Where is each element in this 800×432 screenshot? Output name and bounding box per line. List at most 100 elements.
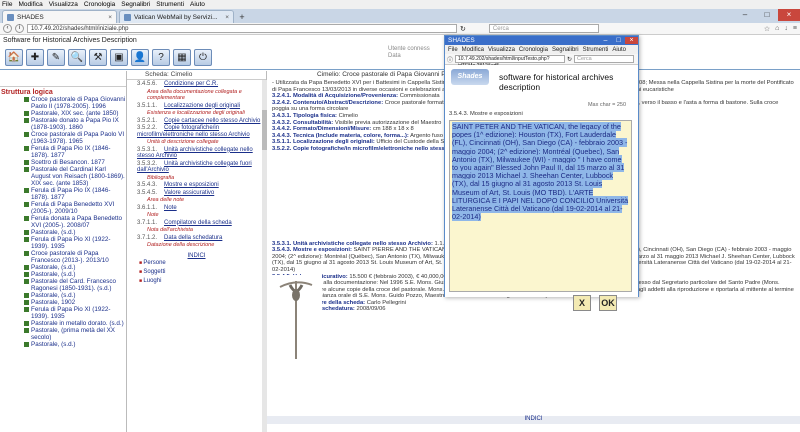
tab-shades[interactable]: SHADES × (2, 10, 117, 23)
popup-url-bar[interactable]: 10.7.49.202/shades/html/inputTesto.php?i… (455, 55, 566, 69)
popup-search-input[interactable]: Cerca (574, 55, 635, 63)
folder-icon (24, 167, 29, 172)
back-button[interactable]: ‹ (3, 24, 12, 33)
popup-menu-item[interactable]: Aiuto (612, 47, 626, 53)
home-icon[interactable]: ⌂ (775, 25, 779, 33)
popup-menu-item[interactable]: Cronologia (519, 47, 548, 53)
field-link[interactable]: Note (164, 205, 177, 211)
popup-close-button[interactable]: × (625, 37, 638, 44)
tree-item-label: Ferula di Papa Benedetto XVI (2005-). 20… (31, 201, 115, 215)
menu-item[interactable]: Visualizza (49, 1, 78, 8)
window-controls: – □ × (734, 9, 800, 21)
tree-item[interactable]: Pastorale del Card. Francesco Ragonesi (… (24, 278, 126, 292)
menu-item[interactable]: Aiuto (190, 1, 205, 8)
close-icon[interactable]: × (225, 14, 229, 21)
field-link[interactable]: Compilatore della scheda (164, 220, 232, 226)
tree-item[interactable]: Scettro di Besancon. 1877 (24, 159, 126, 166)
detail-indici-link[interactable]: INDICI (267, 416, 800, 424)
tree-item[interactable]: Pastorale, (s.d.) (24, 229, 126, 236)
tree-item[interactable]: Croce pastorale di Papa Giovanni Paolo I… (24, 96, 126, 110)
info-icon[interactable]: ⓘ (447, 55, 453, 64)
menu-item[interactable]: Segnalibri (121, 1, 150, 8)
minimize-button[interactable]: – (734, 9, 756, 21)
close-icon[interactable]: × (108, 14, 112, 21)
new-tab-button[interactable]: + (236, 11, 248, 23)
field-link[interactable]: Condizione per C.R. (164, 81, 218, 87)
reload-button[interactable]: ↻ (567, 56, 572, 63)
popup-menu-item[interactable]: File (448, 47, 458, 53)
exit-button[interactable]: ⏻ (194, 48, 212, 66)
star-icon[interactable]: ☆ (764, 25, 770, 33)
tree-item[interactable]: Ferula di Papa Pio IX (1846-1878). 1877 (24, 145, 126, 159)
menu-icon[interactable]: ≡ (793, 25, 797, 33)
tree-item[interactable]: Ferula di Papa Pio IX (1846-1878). 1877 (24, 187, 126, 201)
field-label: 3.4.3.2. Consultabilità: (272, 119, 334, 126)
menu-item[interactable]: Strumenti (156, 1, 184, 8)
ok-button[interactable]: OK (599, 295, 617, 311)
index-link[interactable]: Soggetti (139, 268, 266, 277)
download-icon[interactable]: ↓ (784, 25, 788, 33)
index-link[interactable]: Luoghi (139, 277, 266, 286)
tree-item[interactable]: Pastorale, XIX sec. (ante 1850) (24, 110, 126, 117)
tree-item[interactable]: Pastorale in metallo dorato. (s.d.) (24, 320, 126, 327)
tree-item[interactable]: Pastorale, 1902 (24, 299, 126, 306)
cancel-button[interactable]: X (573, 295, 591, 311)
tree-item[interactable]: Pastorale, (s.d.) (24, 292, 126, 299)
popup-menu-item[interactable]: Strumenti (583, 47, 609, 53)
search-input[interactable]: Cerca (488, 24, 599, 33)
field-link[interactable]: Localizzazione degli originali (164, 103, 240, 109)
user-button[interactable]: 👤 (131, 48, 149, 66)
help-button[interactable]: ? (152, 48, 170, 66)
tree-item[interactable]: Croce pastorale di Papa Paolo VI (1963-1… (24, 131, 126, 145)
tree-item[interactable]: Ferula di Papa Benedetto XVI (2005-). 20… (24, 201, 126, 215)
tree-item[interactable]: Pastorale, (prima metà del XX secolo) (24, 327, 126, 341)
folder-icon (24, 216, 29, 221)
tree-item[interactable]: Pastorale del Cardinal Karl August von R… (24, 166, 126, 187)
edit-button[interactable]: ✎ (47, 48, 65, 66)
reload-button[interactable]: ↻ (460, 25, 466, 33)
folder-icon (24, 230, 29, 235)
popup-maximize-button[interactable]: □ (612, 37, 625, 44)
menu-item[interactable]: File (2, 1, 12, 8)
tab-webmail[interactable]: Vatican WebMail by Servizi... × (119, 10, 234, 23)
home-button[interactable]: 🏠 (5, 48, 23, 66)
new-button[interactable]: ✚ (26, 48, 44, 66)
stats-button[interactable]: ▦ (173, 48, 191, 66)
menu-item[interactable]: Modifica (18, 1, 42, 8)
tools-button[interactable]: ⚒ (89, 48, 107, 66)
tree-item[interactable]: Croce pastorale di Papa Francesco (2013-… (24, 250, 126, 264)
popup-menu-item[interactable]: Segnalibri (552, 47, 579, 53)
field-link[interactable]: Data della schedatura (164, 235, 222, 241)
selected-text: SAINT PETER AND THE VATICAN, the legacy … (452, 122, 629, 222)
tree-item[interactable]: Ferula di Papa Pio XI (1922-1939). 1935 (24, 236, 126, 250)
folder-icon (24, 188, 29, 193)
tree-list: Croce pastorale di Papa Giovanni Paolo I… (0, 96, 126, 348)
field-link[interactable]: Mostre e esposizioni (164, 182, 219, 188)
info-icon[interactable]: i (15, 24, 24, 33)
popup-menu-item[interactable]: Modifica (462, 47, 484, 53)
folder-icon (24, 342, 29, 347)
text-area[interactable]: SAINT PETER AND THE VATICAN, the legacy … (449, 120, 632, 292)
tree-item-label: Ferula di Papa Pio IX (1846-1878). 1877 (31, 145, 111, 159)
field-link[interactable]: Copie cartacee nello stesso Archivio (164, 118, 260, 124)
tree-item[interactable]: Ferula di Papa Pio XI (1922-1939). 1935 (24, 306, 126, 320)
menu-item[interactable]: Cronologia (84, 1, 115, 8)
popup-buttons: X OK (573, 295, 617, 311)
print-button[interactable]: ▣ (110, 48, 128, 66)
popup-minimize-button[interactable]: – (599, 37, 612, 44)
tree-item[interactable]: Pastorale, (s.d.) (24, 271, 126, 278)
search-button[interactable]: 🔍 (68, 48, 86, 66)
tree-item[interactable]: Ferula donata a Papa Benedetto XVI (2005… (24, 215, 126, 229)
scheda-row: 3.7.1.2. Data della schedatura (137, 235, 266, 242)
url-bar[interactable]: 10.7.49.202/shades/html/iniziale.php (27, 24, 457, 33)
tree-item[interactable]: Pastorale donato a Papa Pio IX (1878-190… (24, 117, 126, 131)
tree-item[interactable]: Pastorale, (s.d.) (24, 264, 126, 271)
scheda-row: 3.6.1.1. Note (137, 205, 266, 212)
tree-item[interactable]: Pastorale, (s.d.) (24, 341, 126, 348)
maximize-button[interactable]: □ (756, 9, 778, 21)
popup-title: SHADES (448, 37, 475, 44)
popup-menu-item[interactable]: Visualizza (488, 47, 515, 53)
index-link[interactable]: Persone (139, 259, 266, 268)
field-link[interactable]: Valore assicurativo (164, 190, 214, 196)
close-window-button[interactable]: × (778, 9, 800, 21)
